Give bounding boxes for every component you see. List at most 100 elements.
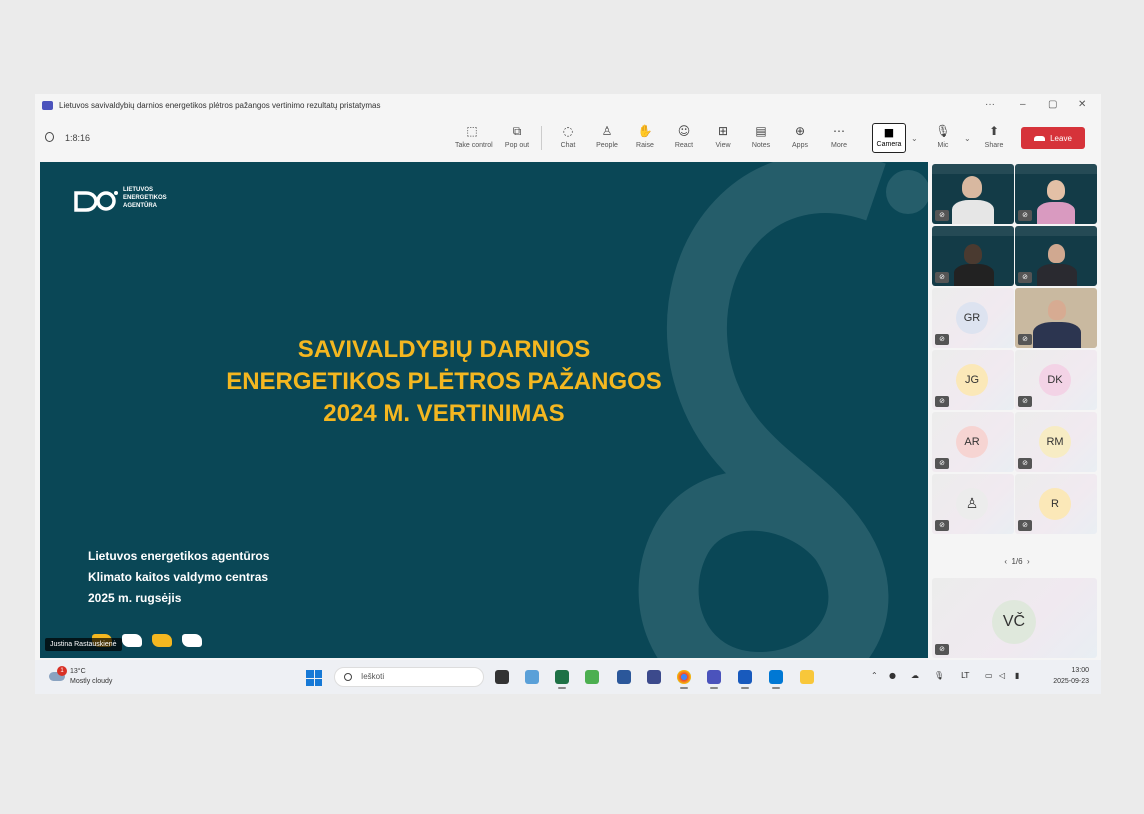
minimize-icon[interactable]: – <box>1020 99 1026 110</box>
slide-subtitle-line: Lietuvos energetikos agentūros <box>88 549 270 563</box>
raise-label: Raise <box>636 142 654 149</box>
mic-muted-icon: ⊘ <box>935 334 949 345</box>
mic-muted-icon: ⊘ <box>1018 520 1032 531</box>
teams-app-icon[interactable] <box>707 670 721 689</box>
camera-button[interactable]: ■ Camera <box>872 123 906 153</box>
taskbar-search[interactable]: Ieškoti <box>334 667 484 687</box>
chat-button[interactable]: ◌ Chat <box>551 124 585 149</box>
camera-off-icon: ■ <box>883 126 895 139</box>
people-icon: ♙ <box>601 124 613 138</box>
participant-tile[interactable]: R ⊘ <box>1015 474 1097 534</box>
participant-face <box>964 244 982 264</box>
share-button[interactable]: ⬆ Share <box>977 124 1011 149</box>
word-app-icon[interactable] <box>738 670 752 689</box>
battery-icon[interactable]: ▮ <box>1015 671 1019 680</box>
raise-hand-button[interactable]: ✋ Raise <box>628 124 662 149</box>
mic-muted-icon: ⊘ <box>935 644 949 655</box>
notes-icon: ▤ <box>755 124 767 138</box>
apps-button[interactable]: ⊕ Apps <box>783 124 817 149</box>
mic-muted-icon: ⊘ <box>1018 272 1032 283</box>
spotlight-participant-tile[interactable]: VČ ⊘ <box>932 578 1097 658</box>
shared-presentation: LIETUVOS ENERGETIKOS AGENTŪRA SAVIVALDYB… <box>40 162 928 658</box>
participant-face <box>962 176 982 198</box>
network-icon[interactable]: ▭ <box>985 671 993 680</box>
take-control-icon: ⬚ <box>466 124 478 138</box>
participant-video-tile[interactable]: ⊘ <box>1015 164 1097 224</box>
tray-overflow-chevron-icon[interactable]: ⌃ <box>871 671 878 680</box>
take-control-label: Take control <box>455 142 493 149</box>
snipping-tool-icon[interactable] <box>647 670 661 684</box>
mic-muted-icon: ⊘ <box>1018 396 1032 407</box>
participant-avatar: AR <box>956 426 988 458</box>
video-background-strip <box>932 164 1014 174</box>
excel-app-icon[interactable] <box>555 670 569 689</box>
camera-label: Camera <box>876 141 902 148</box>
volume-icon[interactable]: ◁ <box>999 671 1005 680</box>
tray-app-icon[interactable]: ● <box>889 671 896 680</box>
participant-tile[interactable]: RM ⊘ <box>1015 412 1097 472</box>
mic-muted-icon: ⊘ <box>935 272 949 283</box>
participant-face <box>1048 244 1065 263</box>
take-control-button[interactable]: ⬚ Take control <box>455 124 493 149</box>
raise-hand-icon: ✋ <box>637 124 653 138</box>
more-button[interactable]: ⋯ More <box>822 124 856 149</box>
onedrive-icon[interactable]: ☁ <box>911 671 919 680</box>
mic-button[interactable]: 🎙 Mic <box>926 124 960 149</box>
mic-muted-icon: ⊘ <box>935 396 949 407</box>
camera-options-chevron-icon[interactable]: ⌄ <box>911 134 918 143</box>
participant-video-tile[interactable]: ⊘ <box>1015 288 1097 348</box>
participant-tile[interactable]: AR ⊘ <box>932 412 1014 472</box>
mic-options-chevron-icon[interactable]: ⌄ <box>964 134 971 143</box>
meeting-toolbar: 1:8:16 ⬚ Take control ⧉ Pop out ◌ Chat ♙… <box>35 118 1101 158</box>
slide-subtitle-line: 2025 m. rugsėjis <box>88 591 182 605</box>
slide-decoration <box>182 634 202 647</box>
calculator-app-icon[interactable] <box>617 670 631 684</box>
participant-video-tile[interactable]: ⊘ <box>932 226 1014 286</box>
lea-logo-icon <box>74 191 118 212</box>
outlook-app-icon[interactable] <box>769 670 783 689</box>
slide-title: SAVIVALDYBIŲ DARNIOS ENERGETIKOS PLĖTROS… <box>40 334 848 430</box>
participant-tile[interactable]: DK ⊘ <box>1015 350 1097 410</box>
presenter-name-tag: Justina Rastauskienė <box>45 638 122 651</box>
people-label: People <box>596 142 618 149</box>
people-button[interactable]: ♙ People <box>590 124 624 149</box>
participant-tile[interactable]: JG ⊘ <box>932 350 1014 410</box>
windows-taskbar: 1 13°C Mostly cloudy Ieškoti ⌃ ● ☁ 🎙 LT … <box>35 660 1101 694</box>
app-icon[interactable] <box>585 670 599 684</box>
view-button[interactable]: ⊞ View <box>706 124 740 149</box>
participant-video-tile[interactable]: ⊘ <box>1015 226 1097 286</box>
weather-alert-badge: 1 <box>57 666 67 676</box>
participant-face <box>1047 180 1065 200</box>
notes-button[interactable]: ▤ Notes <box>744 124 778 149</box>
clock-date[interactable]: 2025-09-23 <box>1039 678 1089 685</box>
photos-app-icon[interactable] <box>525 670 539 684</box>
pop-out-button[interactable]: ⧉ Pop out <box>500 124 534 149</box>
clock-time[interactable]: 13:00 <box>1049 667 1089 674</box>
react-button[interactable]: ☺ React <box>667 124 701 149</box>
restore-icon[interactable]: ▢ <box>1048 99 1057 110</box>
participant-video-tile[interactable]: ⊘ <box>932 164 1014 224</box>
participant-tile[interactable]: ♙ ⊘ <box>932 474 1014 534</box>
task-view-icon[interactable] <box>495 670 509 684</box>
slide-title-line: 2024 M. VERTINIMAS <box>323 400 565 427</box>
chat-label: Chat <box>560 142 576 149</box>
weather-description[interactable]: Mostly cloudy <box>70 678 112 685</box>
chrome-app-icon[interactable] <box>677 670 691 689</box>
language-indicator[interactable]: LT <box>961 671 969 680</box>
leave-button[interactable]: Leave <box>1021 127 1085 149</box>
chat-icon: ◌ <box>562 124 574 138</box>
windows-start-icon[interactable] <box>306 670 322 686</box>
participant-tile[interactable]: GR ⊘ <box>932 288 1014 348</box>
file-explorer-icon[interactable] <box>800 670 814 684</box>
title-bar: Lietuvos savivaldybių darnios energetiko… <box>35 94 1101 118</box>
weather-temperature[interactable]: 13°C <box>70 668 86 675</box>
mic-in-use-icon[interactable]: 🎙 <box>934 671 944 680</box>
pager-prev-icon[interactable]: ‹ <box>1004 557 1007 566</box>
participant-body <box>1033 322 1081 348</box>
window-more-icon[interactable]: ··· <box>985 99 995 110</box>
close-icon[interactable]: ✕ <box>1078 99 1086 110</box>
participant-avatar: RM <box>1039 426 1071 458</box>
search-placeholder: Ieškoti <box>361 672 385 681</box>
slide-title-line: SAVIVALDYBIŲ DARNIOS <box>297 336 591 363</box>
pager-next-icon[interactable]: › <box>1027 557 1030 566</box>
